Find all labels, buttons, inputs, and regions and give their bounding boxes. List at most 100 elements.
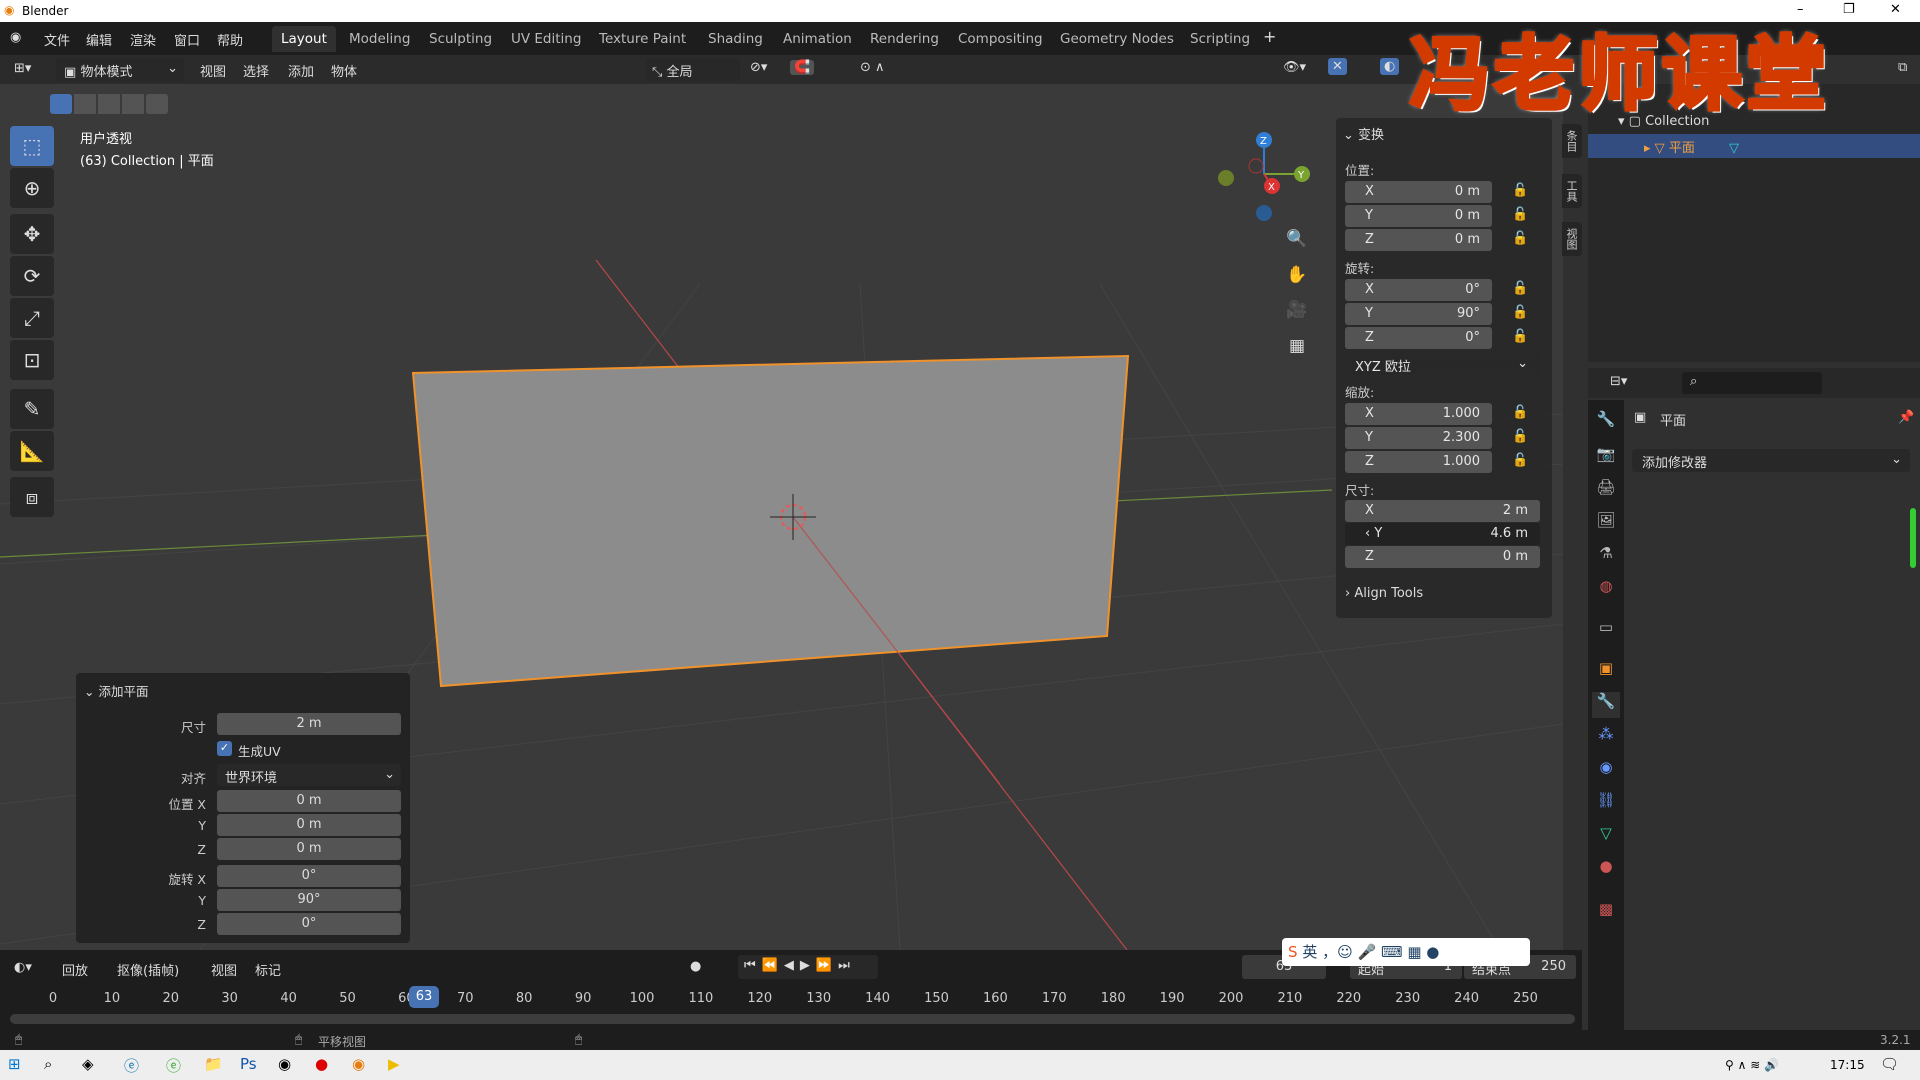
select-intersect-button[interactable] — [146, 94, 168, 114]
tool-measure[interactable]: 📐 — [10, 431, 54, 471]
tab-sculpting[interactable]: Sculpting — [420, 26, 501, 52]
tab-geometry-nodes[interactable]: Geometry Nodes — [1051, 26, 1183, 52]
rotation-mode-select[interactable]: XYZ 欧拉 ⌄ — [1345, 353, 1540, 375]
lock-icon[interactable]: 🔓 — [1512, 183, 1528, 198]
lock-icon[interactable]: 🔓 — [1512, 207, 1528, 222]
generate-uv-checkbox[interactable]: ✓ — [217, 741, 232, 756]
tool-move[interactable]: ✥ — [10, 214, 54, 254]
menu-render[interactable]: 渲染 — [130, 30, 156, 49]
blender-icon[interactable]: ◉ — [352, 1055, 365, 1073]
add-modifier-select[interactable]: 添加修改器 ⌄ — [1632, 449, 1910, 472]
selected-plane-object[interactable] — [411, 354, 1130, 688]
close-button[interactable]: ✕ — [1890, 2, 1901, 17]
record-button[interactable]: ● — [690, 959, 701, 974]
lock-icon[interactable]: 🔓 — [1512, 453, 1528, 468]
rotation-x-field[interactable]: X 0° — [1345, 279, 1492, 301]
modifier-tab-icon[interactable]: 🔧 — [1592, 692, 1620, 718]
tab-texture-paint[interactable]: Texture Paint — [590, 26, 695, 52]
texture-tab-icon[interactable]: ▩ — [1592, 900, 1620, 926]
tool-add-cube[interactable]: ⧈ — [10, 477, 54, 517]
align-tools-section[interactable]: › Align Tools — [1345, 586, 1553, 601]
editor-type-icon[interactable]: ⊞▾ — [14, 61, 31, 76]
lock-icon[interactable]: 🔓 — [1512, 405, 1528, 420]
properties-search-input[interactable]: ⌕ — [1682, 372, 1822, 394]
scale-z-field[interactable]: Z 1.000 — [1345, 451, 1492, 473]
playback-controls[interactable]: ⏮⏪◀▶⏩⏭ — [738, 955, 878, 979]
size-field[interactable]: 2 m — [217, 713, 401, 735]
op-location-y-field[interactable]: 0 m — [217, 814, 401, 836]
scene-tab-icon[interactable]: ⚗ — [1592, 544, 1620, 570]
app-icon[interactable]: ◈ — [82, 1055, 94, 1073]
outliner-object-row[interactable]: ▸ ▽ 平面 ▽ — [1588, 134, 1920, 158]
zoom-view-button[interactable]: 🔍 — [1282, 225, 1312, 255]
mode-select[interactable]: ▣ 物体模式 ⌄ — [56, 58, 184, 81]
material-tab-icon[interactable]: ● — [1592, 857, 1620, 883]
op-rotation-x-field[interactable]: 0° — [217, 865, 401, 887]
browser-icon[interactable]: ⓔ — [166, 1055, 181, 1076]
dimension-y-field[interactable]: ‹ Y 4.6 m — [1345, 523, 1540, 545]
overlay-toggle-icon[interactable]: ◐ — [1380, 58, 1400, 75]
menu-add[interactable]: 添加 — [288, 61, 314, 80]
dimension-z-field[interactable]: Z0 m — [1345, 546, 1540, 568]
scale-x-field[interactable]: X 1.000 — [1345, 403, 1492, 425]
edge-icon[interactable]: ⓔ — [124, 1055, 139, 1076]
menu-object[interactable]: 物体 — [331, 61, 357, 80]
world-tab-icon[interactable]: ◍ — [1592, 577, 1620, 603]
op-location-x-field[interactable]: 0 m — [217, 790, 401, 812]
lock-icon[interactable]: 🔓 — [1512, 329, 1528, 344]
notifications-icon[interactable]: 🗨 — [1880, 1055, 1899, 1073]
menu-view[interactable]: 视图 — [200, 61, 226, 80]
menu-window[interactable]: 窗口 — [174, 30, 200, 49]
tool-annotate[interactable]: ✎ — [10, 389, 54, 429]
tool-cursor[interactable]: ⊕ — [10, 168, 54, 208]
sidebar-tab-view[interactable]: 视图 — [1562, 222, 1582, 256]
location-x-field[interactable]: X0 m — [1345, 181, 1492, 203]
navigation-gizmo[interactable]: Z Y X — [1218, 132, 1310, 221]
editor-type-icon[interactable]: ◐▾ — [14, 960, 32, 975]
menu-marker[interactable]: 标记 — [255, 960, 281, 979]
select-new-button[interactable] — [50, 94, 72, 114]
menu-help[interactable]: 帮助 — [217, 30, 243, 49]
lock-icon[interactable]: 🔓 — [1512, 305, 1528, 320]
player-icon[interactable]: ▶ — [388, 1055, 400, 1073]
tool-select-box[interactable]: ⬚ — [10, 126, 54, 166]
menu-playback[interactable]: 回放 — [62, 960, 88, 979]
timeline-scrollbar[interactable] — [10, 1014, 1575, 1024]
tab-modeling[interactable]: Modeling — [340, 26, 419, 52]
tab-compositing[interactable]: Compositing — [949, 26, 1052, 52]
recorder-icon[interactable]: ● — [315, 1055, 328, 1073]
select-subtract-button[interactable] — [98, 94, 120, 114]
tab-animation[interactable]: Animation — [774, 26, 861, 52]
scrollbar[interactable] — [1910, 508, 1916, 568]
snap-toggle-icon[interactable]: 🧲 — [790, 60, 815, 75]
search-icon[interactable]: ⌕ — [44, 1055, 52, 1073]
gizmo-toggle-icon[interactable]: ✕ — [1328, 58, 1347, 75]
particles-tab-icon[interactable]: ⁂ — [1592, 725, 1620, 751]
constraints-tab-icon[interactable]: ⛓ — [1592, 791, 1620, 817]
rotation-y-field[interactable]: Y 90° — [1345, 303, 1492, 325]
operator-panel-header[interactable]: ⌄ 添加平面 — [84, 681, 148, 700]
collection-tab-icon[interactable]: ▭ — [1592, 618, 1620, 644]
tool-tab-icon[interactable]: 🔧 — [1592, 410, 1620, 436]
start-menu-icon[interactable]: ⊞ — [8, 1055, 21, 1073]
camera-view-button[interactable]: 🎥 — [1282, 296, 1312, 326]
lock-icon[interactable]: 🔓 — [1512, 231, 1528, 246]
tab-shading[interactable]: Shading — [699, 26, 772, 52]
output-tab-icon[interactable]: 🖨 — [1592, 478, 1620, 504]
add-workspace-icon[interactable]: + — [1263, 27, 1276, 46]
proportional-edit-icon[interactable]: ⊙ ∧ — [860, 60, 885, 75]
visibility-icon[interactable]: 👁▾ — [1283, 60, 1306, 75]
tab-uv-editing[interactable]: UV Editing — [502, 26, 590, 52]
render-tab-icon[interactable]: 📷 — [1592, 445, 1620, 471]
scale-y-field[interactable]: Y 2.300 — [1345, 427, 1492, 449]
transform-orientation-select[interactable]: ⤡ 全局 — [646, 58, 740, 81]
tool-scale[interactable]: ⤢ — [10, 298, 54, 338]
ortho-toggle-button[interactable]: ▦ — [1282, 332, 1312, 362]
file-explorer-icon[interactable]: 📁 — [204, 1055, 223, 1073]
menu-file[interactable]: 文件 — [44, 30, 70, 49]
app-icon[interactable]: ◉ — [278, 1055, 291, 1073]
data-tab-icon[interactable]: ▽ — [1592, 824, 1620, 850]
lock-icon[interactable]: 🔓 — [1512, 429, 1528, 444]
pin-icon[interactable]: 📌 — [1898, 410, 1914, 425]
tab-scripting[interactable]: Scripting — [1181, 26, 1259, 52]
